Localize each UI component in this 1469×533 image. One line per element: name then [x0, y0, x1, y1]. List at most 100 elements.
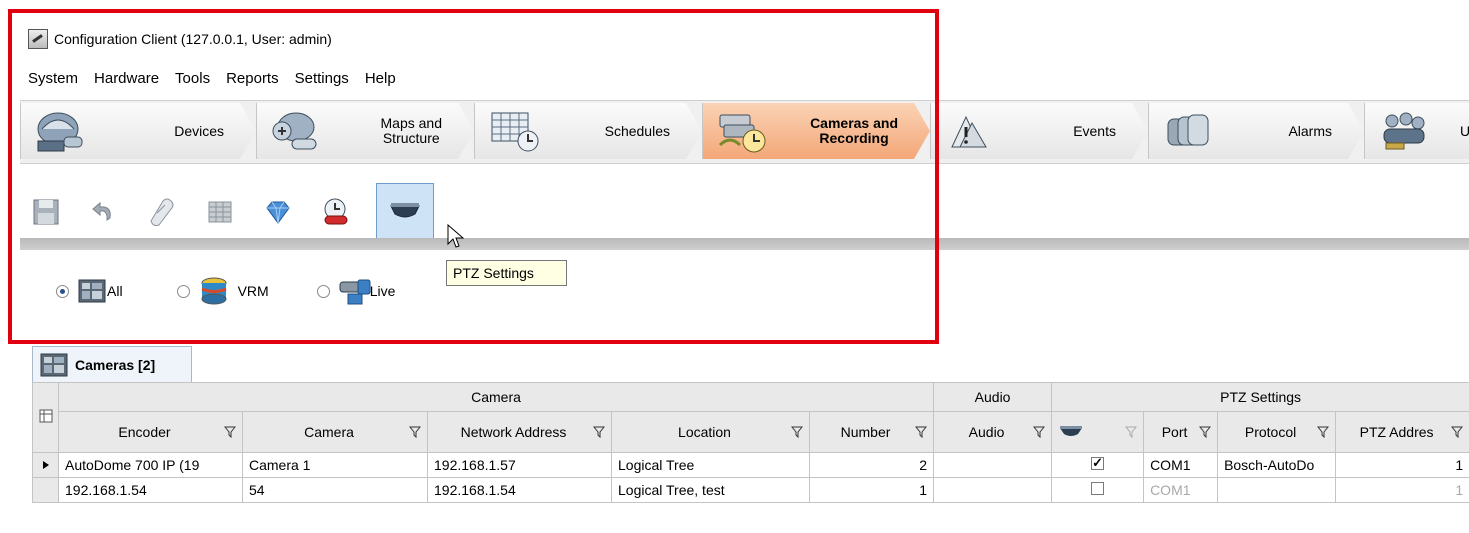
cell-number[interactable]: 2	[808, 452, 935, 478]
tab-alarms[interactable]: Alarms	[1148, 103, 1364, 159]
group-ptz-settings: PTZ Settings	[1051, 382, 1469, 412]
filter-live-label: Live	[369, 283, 396, 299]
table-button[interactable]	[202, 194, 238, 230]
cell-network-address[interactable]: 192.168.1.54	[427, 477, 612, 503]
tab-schedules-label: Schedules	[604, 122, 670, 139]
cameras-table: Camera Audio PTZ Settings Encoder Camera…	[32, 382, 1469, 503]
cell-camera[interactable]: Camera 1	[242, 452, 428, 478]
filter-all[interactable]: All	[56, 278, 123, 304]
cell-location[interactable]: Logical Tree	[611, 452, 810, 478]
table-row[interactable]: AutoDome 700 IP (19 Camera 1 192.168.1.5…	[32, 452, 1469, 478]
column-chooser-icon	[39, 409, 52, 423]
cell-location[interactable]: Logical Tree, test	[611, 477, 810, 503]
row-indicator[interactable]	[32, 477, 59, 503]
filter-icon[interactable]	[1317, 426, 1330, 438]
filter-icon[interactable]	[409, 426, 421, 438]
column-chooser[interactable]	[32, 382, 59, 453]
cameras-list-icon	[40, 353, 68, 376]
live-icon	[339, 279, 371, 305]
filter-live[interactable]: Live	[316, 276, 396, 306]
col-audio[interactable]: Audio	[933, 411, 1053, 453]
group-audio: Audio	[933, 382, 1053, 412]
menu-reports[interactable]: Reports	[218, 66, 287, 92]
tab-devices[interactable]: Devices	[20, 103, 256, 159]
filter-icon[interactable]	[593, 426, 605, 438]
filter-icon[interactable]	[1125, 426, 1138, 438]
cell-ptz-address[interactable]: 1	[1335, 452, 1469, 478]
col-network-address[interactable]: Network Address	[427, 411, 612, 453]
filter-icon[interactable]	[1033, 426, 1046, 438]
events-icon	[951, 115, 987, 148]
cell-protocol[interactable]	[1217, 477, 1337, 503]
recording-settings-button[interactable]	[318, 194, 354, 230]
cell-number[interactable]: 1	[808, 477, 935, 503]
cell-protocol[interactable]: Bosch-AutoDo	[1217, 452, 1337, 478]
cameras-recording-icon	[718, 114, 766, 153]
camera-filter: All VRM Live	[56, 275, 395, 307]
ptz-checkbox[interactable]	[1091, 455, 1105, 471]
table-row[interactable]: 192.168.1.54 54 192.168.1.54 Logical Tre…	[32, 477, 1469, 503]
cell-encoder[interactable]: AutoDome 700 IP (19	[58, 452, 243, 478]
col-location[interactable]: Location	[611, 411, 810, 453]
cameras-panel-label: Cameras [2]	[75, 356, 156, 373]
tab-maps-structure-label: Maps and Structure	[380, 115, 442, 146]
col-camera[interactable]: Camera	[242, 411, 428, 453]
cell-audio[interactable]	[933, 452, 1053, 478]
cell-ptz-address[interactable]: 1	[1335, 477, 1469, 503]
ptz-settings-button[interactable]	[376, 183, 434, 241]
ptz-checkbox[interactable]	[1091, 482, 1105, 495]
cell-encoder[interactable]: 192.168.1.54	[58, 477, 243, 503]
current-row-indicator[interactable]	[32, 452, 59, 478]
column-group-row: Camera Audio PTZ Settings	[32, 382, 1469, 453]
alarms-icon	[1167, 114, 1209, 146]
col-encoder[interactable]: Encoder	[58, 411, 243, 453]
filter-vrm-radio[interactable]	[176, 284, 190, 298]
menu-help[interactable]: Help	[357, 66, 404, 92]
tab-events[interactable]: Events	[930, 103, 1148, 159]
diamond-icon	[266, 201, 290, 224]
recording-settings-icon	[324, 198, 348, 225]
col-protocol[interactable]: Protocol	[1217, 411, 1337, 453]
filter-icon[interactable]	[915, 426, 928, 438]
filter-vrm[interactable]: VRM	[176, 275, 269, 307]
filter-icon[interactable]	[1451, 426, 1464, 438]
save-button[interactable]	[28, 194, 64, 230]
col-number[interactable]: Number	[808, 411, 935, 453]
tab-users[interactable]: U	[1364, 103, 1469, 159]
users-icon	[1383, 112, 1425, 150]
diamond-button[interactable]	[260, 194, 296, 230]
filter-icon[interactable]	[1199, 426, 1212, 438]
filter-all-radio[interactable]	[56, 284, 69, 298]
undo-icon	[92, 201, 111, 222]
cell-ptz-enabled[interactable]	[1051, 452, 1145, 478]
tab-maps-structure[interactable]: Maps and Structure	[256, 103, 474, 159]
menu-settings[interactable]: Settings	[287, 66, 357, 92]
cell-port[interactable]: COM1	[1143, 477, 1219, 503]
tab-users-label: U	[1460, 122, 1469, 139]
cell-network-address[interactable]: 192.168.1.57	[427, 452, 612, 478]
filter-icon[interactable]	[224, 426, 236, 438]
tab-schedules[interactable]: Schedules	[474, 103, 702, 159]
cameras-panel-tab[interactable]: Cameras [2]	[32, 346, 192, 382]
menu-tools[interactable]: Tools	[167, 66, 218, 92]
delete-button[interactable]	[144, 194, 180, 230]
ptz-camera-icon	[1060, 426, 1083, 436]
cell-ptz-enabled[interactable]	[1051, 477, 1145, 503]
col-ptz-address[interactable]: PTZ Addres	[1335, 411, 1469, 453]
cell-camera[interactable]: 54	[242, 477, 428, 503]
col-ptz-enabled[interactable]	[1051, 411, 1145, 453]
cell-port[interactable]: COM1	[1143, 452, 1219, 478]
menu-hardware[interactable]: Hardware	[86, 66, 167, 92]
cell-audio[interactable]	[933, 477, 1053, 503]
col-port[interactable]: Port	[1143, 411, 1219, 453]
menu-bar: System Hardware Tools Reports Settings H…	[20, 66, 404, 92]
tab-cameras-recording[interactable]: Cameras and Recording	[702, 103, 930, 159]
undo-button[interactable]	[86, 194, 122, 230]
mouse-cursor-icon	[447, 224, 465, 248]
tab-devices-label: Devices	[174, 122, 224, 139]
title-bar: Configuration Client (127.0.0.1, User: a…	[28, 26, 332, 52]
window-title: Configuration Client (127.0.0.1, User: a…	[54, 31, 332, 47]
filter-icon[interactable]	[791, 426, 803, 438]
filter-live-radio[interactable]	[316, 284, 330, 298]
menu-system[interactable]: System	[20, 66, 86, 92]
